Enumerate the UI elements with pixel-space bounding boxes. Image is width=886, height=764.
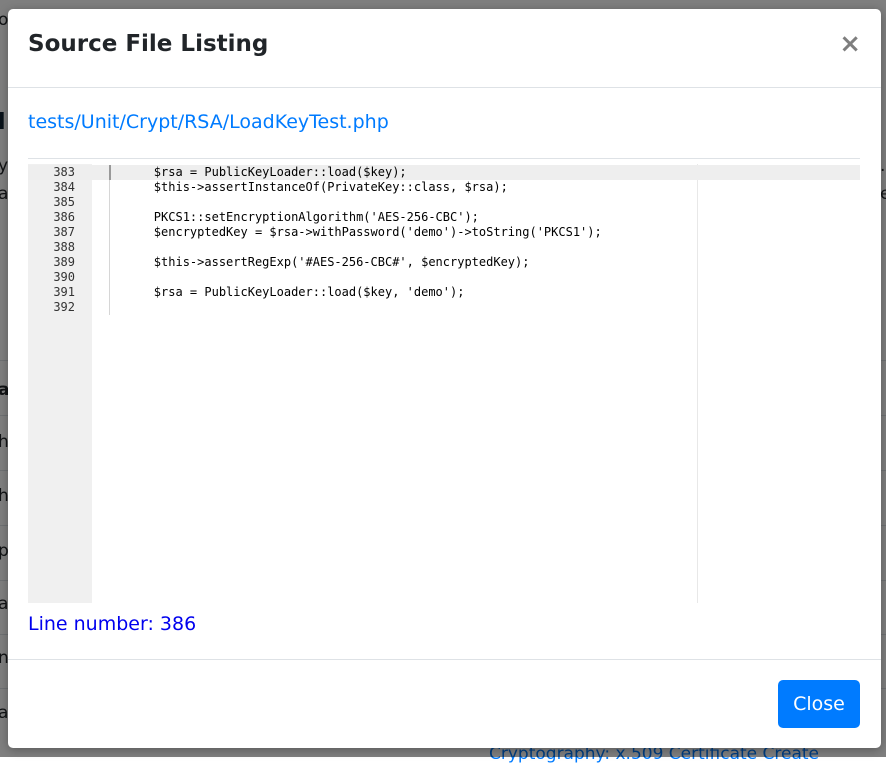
code-listing[interactable]: 383 $rsa = PublicKeyLoader::load($key); 3… bbox=[28, 164, 860, 603]
code-text: PKCS1::setEncryptionAlgorithm('AES-256-C… bbox=[96, 210, 860, 225]
source-file-link[interactable]: tests/Unit/Crypt/RSA/LoadKeyTest.php bbox=[28, 111, 389, 133]
line-number: 391 bbox=[53, 285, 75, 299]
indent-guide bbox=[109, 300, 110, 315]
modal-footer-divider bbox=[8, 659, 881, 660]
code-text bbox=[96, 300, 860, 315]
indent-guide bbox=[109, 270, 110, 285]
code-content: $this->assertRegExp('#AES-256-CBC#', $en… bbox=[96, 255, 530, 269]
close-icon[interactable]: × bbox=[839, 31, 861, 57]
code-line: 389 $this->assertRegExp('#AES-256-CBC#',… bbox=[28, 255, 860, 270]
indent-guide bbox=[109, 210, 110, 225]
code-line: 392 bbox=[28, 300, 860, 315]
line-number: 390 bbox=[53, 270, 75, 284]
code-line: 386 PKCS1::setEncryptionAlgorithm('AES-2… bbox=[28, 210, 860, 225]
line-number: 392 bbox=[53, 300, 75, 314]
indent-guide bbox=[109, 285, 110, 300]
code-line: 390 bbox=[28, 270, 860, 285]
line-number: 386 bbox=[53, 210, 75, 224]
line-number: 385 bbox=[53, 195, 75, 209]
indent-guide bbox=[109, 180, 110, 195]
code-line: 385 bbox=[28, 195, 860, 210]
code-line: 387 $encryptedKey = $rsa->withPassword('… bbox=[28, 225, 860, 240]
code-lines: 383 $rsa = PublicKeyLoader::load($key); 3… bbox=[28, 165, 860, 315]
line-number: 389 bbox=[53, 255, 75, 269]
line-number: 387 bbox=[53, 225, 75, 239]
code-line: 388 bbox=[28, 240, 860, 255]
code-content: $encryptedKey = $rsa->withPassword('demo… bbox=[96, 225, 602, 239]
close-button[interactable]: Close bbox=[778, 680, 860, 728]
code-content: PKCS1::setEncryptionAlgorithm('AES-256-C… bbox=[96, 210, 479, 224]
code-content: $rsa = PublicKeyLoader::load($key, 'demo… bbox=[96, 285, 465, 299]
line-number: 383 bbox=[53, 165, 75, 179]
code-line: 384 $this->assertInstanceOf(PrivateKey::… bbox=[28, 180, 860, 195]
code-content: $this->assertInstanceOf(PrivateKey::clas… bbox=[96, 180, 508, 194]
line-number-label: Line number: 386 bbox=[28, 613, 197, 635]
modal-header: Source File Listing × bbox=[8, 9, 881, 88]
code-divider bbox=[28, 158, 860, 159]
line-number: 388 bbox=[53, 240, 75, 254]
code-text bbox=[96, 240, 860, 255]
source-file-modal: Source File Listing × tests/Unit/Crypt/R… bbox=[8, 9, 881, 748]
code-line: 383 $rsa = PublicKeyLoader::load($key); bbox=[28, 165, 860, 180]
code-text: $rsa = PublicKeyLoader::load($key, 'demo… bbox=[96, 285, 860, 300]
code-text: $encryptedKey = $rsa->withPassword('demo… bbox=[96, 225, 860, 240]
indent-guide bbox=[109, 255, 110, 270]
code-line: 391 $rsa = PublicKeyLoader::load($key, '… bbox=[28, 285, 860, 300]
indent-guide bbox=[109, 165, 111, 180]
code-content: $rsa = PublicKeyLoader::load($key); bbox=[96, 165, 407, 179]
code-text: $this->assertInstanceOf(PrivateKey::clas… bbox=[96, 180, 860, 195]
modal-title: Source File Listing bbox=[28, 31, 269, 57]
code-text: $this->assertRegExp('#AES-256-CBC#', $en… bbox=[96, 255, 860, 270]
code-text: $rsa = PublicKeyLoader::load($key); bbox=[96, 165, 860, 180]
code-text bbox=[96, 270, 860, 285]
line-number: 384 bbox=[53, 180, 75, 194]
code-text bbox=[96, 195, 860, 210]
indent-guide bbox=[109, 240, 110, 255]
indent-guide bbox=[109, 225, 110, 240]
indent-guide bbox=[109, 195, 110, 210]
